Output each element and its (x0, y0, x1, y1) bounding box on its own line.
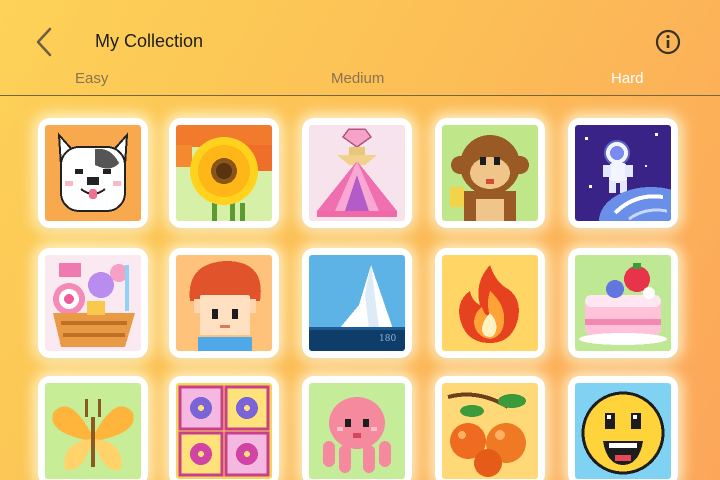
butterfly-artwork (45, 383, 141, 479)
strawberry-cake-artwork (575, 255, 671, 351)
astronaut-artwork (575, 125, 671, 221)
artwork-tile-smiley-face[interactable] (568, 376, 678, 480)
tab-easy[interactable]: Easy (75, 70, 108, 87)
artwork-tile-flower-tiles[interactable] (169, 376, 279, 480)
flower-tiles-artwork (176, 383, 272, 479)
top-bar: My Collection (0, 0, 720, 66)
artwork-tile-candy-basket[interactable] (38, 248, 148, 358)
artwork-tile-octopus[interactable] (302, 376, 412, 480)
artwork-tile-oranges[interactable] (435, 376, 545, 480)
artwork-tile-monkey[interactable] (435, 118, 545, 228)
smiley-face-artwork (575, 383, 671, 479)
octopus-artwork (309, 383, 405, 479)
artwork-tile-butterfly[interactable] (38, 376, 148, 480)
artwork-tile-red-haired-boy[interactable] (169, 248, 279, 358)
tab-medium[interactable]: Medium (331, 70, 384, 87)
chevron-left-icon (36, 27, 52, 57)
artwork-tile-strawberry-cake[interactable] (568, 248, 678, 358)
sunflower-artwork (176, 125, 272, 221)
info-button[interactable] (655, 29, 681, 55)
info-icon (655, 29, 681, 55)
tab-hard[interactable]: Hard (611, 70, 644, 87)
artwork-tile-french-bulldog[interactable] (38, 118, 148, 228)
red-haired-boy-artwork (176, 255, 272, 351)
artwork-tile-pink-perfume-bottle[interactable] (302, 118, 412, 228)
iceberg-label: 180 (379, 334, 396, 344)
artwork-tile-astronaut[interactable] (568, 118, 678, 228)
pink-perfume-bottle-artwork (309, 125, 405, 221)
artwork-tile-iceberg[interactable]: 180 (302, 248, 412, 358)
page-title: My Collection (95, 31, 204, 51)
artwork-tile-fire[interactable] (435, 248, 545, 358)
artwork-tile-sunflower[interactable] (169, 118, 279, 228)
candy-basket-artwork (45, 255, 141, 351)
iceberg-artwork: 180 (309, 255, 405, 351)
oranges-artwork (442, 383, 538, 479)
difficulty-tabs: Easy Medium Hard (0, 66, 720, 96)
french-bulldog-artwork (45, 125, 141, 221)
fire-artwork (442, 255, 538, 351)
back-button[interactable] (30, 26, 60, 58)
monkey-artwork (442, 125, 538, 221)
artwork-grid: 180 (0, 96, 720, 480)
